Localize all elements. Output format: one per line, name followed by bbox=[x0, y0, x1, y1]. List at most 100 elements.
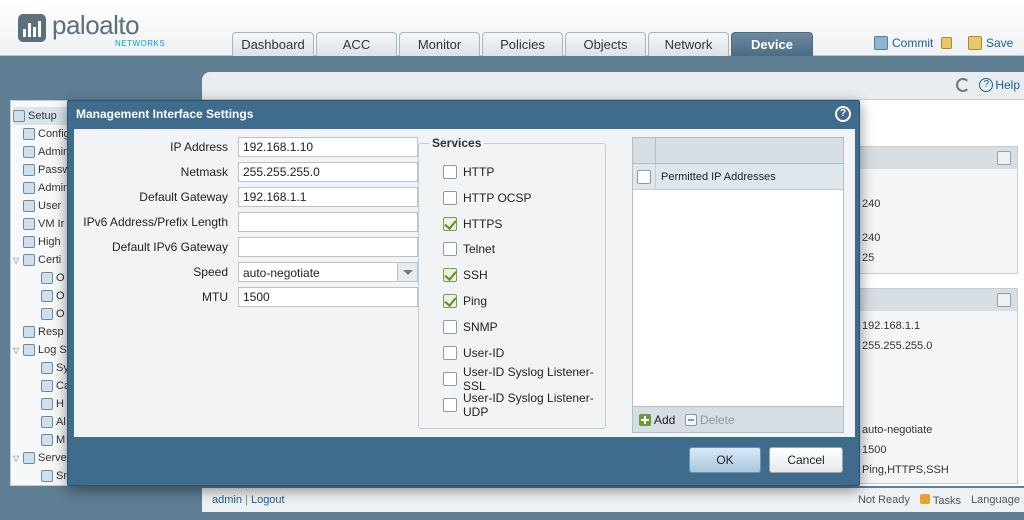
response-pages-icon bbox=[23, 326, 35, 338]
cancel-button[interactable]: Cancel bbox=[769, 447, 843, 473]
http-checkbox[interactable] bbox=[443, 165, 457, 179]
telnet-checkbox[interactable] bbox=[443, 242, 457, 256]
netmask-label: Netmask bbox=[180, 165, 228, 179]
permitted-ip-column-header[interactable]: Permitted IP Addresses bbox=[661, 171, 776, 183]
refresh-icon[interactable] bbox=[956, 78, 970, 92]
sidebar-item-log-sub[interactable]: M bbox=[41, 431, 65, 449]
panel-value: auto-negotiate bbox=[862, 424, 933, 436]
sidebar-item-server-sub[interactable]: Sr bbox=[41, 467, 67, 485]
main-tabs: Dashboard ACC Monitor Policies Objects N… bbox=[232, 32, 815, 56]
dialog-body: IP Address Netmask Default Gateway IPv6 … bbox=[74, 129, 855, 437]
sidebar-item-log-sub[interactable]: H bbox=[41, 395, 64, 413]
lock-icon[interactable] bbox=[941, 37, 953, 49]
log-item-icon bbox=[41, 380, 53, 392]
sidebar-item-log-settings[interactable]: ▽ Log S bbox=[13, 341, 67, 359]
help-icon: ? bbox=[979, 78, 994, 92]
tab-monitor[interactable]: Monitor bbox=[399, 32, 480, 56]
service-snmp[interactable]: SNMP bbox=[443, 319, 498, 335]
logout-link[interactable]: Logout bbox=[251, 494, 285, 506]
service-http-ocsp[interactable]: HTTP OCSP bbox=[443, 190, 531, 206]
tab-network[interactable]: Network bbox=[648, 32, 729, 56]
gear-icon[interactable] bbox=[997, 151, 1011, 165]
https-checkbox[interactable] bbox=[443, 217, 457, 231]
collapse-toggle-icon[interactable]: ▽ bbox=[13, 256, 21, 265]
ipv6-address-label: IPv6 Address/Prefix Length bbox=[83, 215, 228, 229]
panel-header bbox=[859, 289, 1017, 311]
permitted-ip-table: Permitted IP Addresses Add Delete bbox=[632, 137, 844, 433]
help-link[interactable]: ? Help bbox=[979, 78, 1020, 92]
content-toolbar: ? Help bbox=[202, 72, 1024, 100]
language-link[interactable]: Language bbox=[971, 494, 1020, 507]
add-button[interactable]: Add bbox=[639, 413, 675, 427]
service-ssh[interactable]: SSH bbox=[443, 267, 488, 283]
panel-header bbox=[859, 147, 1017, 169]
service-user-id-syslog-udp[interactable]: User-ID Syslog Listener-UDP bbox=[443, 391, 605, 419]
ping-checkbox[interactable] bbox=[443, 294, 457, 308]
chevron-down-icon[interactable] bbox=[397, 263, 417, 281]
log-item-icon bbox=[41, 434, 53, 446]
sidebar-item-log-sub[interactable]: Al bbox=[41, 413, 66, 431]
save-button[interactable]: Save bbox=[968, 36, 1013, 50]
netmask-input[interactable] bbox=[238, 162, 418, 182]
logo-mark-icon bbox=[18, 14, 46, 42]
user-id-checkbox[interactable] bbox=[443, 346, 457, 360]
gear-icon[interactable] bbox=[997, 293, 1011, 307]
save-label: Save bbox=[986, 36, 1014, 50]
sidebar-item-log-sub[interactable]: Sy bbox=[41, 359, 69, 377]
default-ipv6-gateway-label: Default IPv6 Gateway bbox=[111, 240, 228, 254]
user-id-syslog-udp-checkbox[interactable] bbox=[443, 398, 457, 412]
default-gateway-input[interactable] bbox=[238, 187, 418, 207]
dialog-title: Management Interface Settings bbox=[76, 107, 254, 121]
sidebar-item-server-profiles[interactable]: ▽ Serve bbox=[13, 449, 67, 467]
tasks-link[interactable]: Tasks bbox=[919, 494, 961, 507]
service-user-id[interactable]: User-ID bbox=[443, 345, 504, 361]
paloalto-logo: paloalto NETWORKS bbox=[18, 10, 178, 52]
snmp-checkbox[interactable] bbox=[443, 320, 457, 334]
logo-subtitle: NETWORKS bbox=[115, 39, 166, 48]
service-user-id-syslog-ssl[interactable]: User-ID Syslog Listener-SSL bbox=[443, 365, 605, 393]
collapse-toggle-icon[interactable]: ▽ bbox=[13, 454, 21, 463]
default-ipv6-gateway-input[interactable] bbox=[238, 237, 418, 257]
status-text: Not Ready bbox=[857, 494, 910, 506]
tab-dashboard[interactable]: Dashboard bbox=[232, 32, 314, 56]
service-https[interactable]: HTTPS bbox=[443, 216, 502, 232]
sidebar-item-response-pages[interactable]: Resp bbox=[23, 323, 64, 341]
service-ping[interactable]: Ping bbox=[443, 293, 487, 309]
ipv6-address-input[interactable] bbox=[238, 212, 418, 232]
tab-policies[interactable]: Policies bbox=[482, 32, 563, 56]
sidebar-item-log-sub[interactable]: Ca bbox=[41, 377, 70, 395]
help-label: Help bbox=[995, 78, 1020, 92]
ok-button[interactable]: OK bbox=[689, 447, 761, 473]
ssh-checkbox[interactable] bbox=[443, 268, 457, 282]
tab-acc[interactable]: ACC bbox=[316, 32, 397, 56]
default-gateway-label: Default Gateway bbox=[139, 190, 228, 204]
minus-icon bbox=[685, 414, 697, 426]
sidebar-item-cert-sub[interactable]: O bbox=[41, 305, 65, 323]
delete-button[interactable]: Delete bbox=[685, 413, 735, 427]
status-footer: admin | Logout Not Ready Tasks Language bbox=[202, 488, 1024, 512]
server-icon bbox=[23, 452, 35, 464]
panel-value: 240 bbox=[862, 232, 881, 244]
http-ocsp-checkbox[interactable] bbox=[443, 191, 457, 205]
dialog-help-icon[interactable]: ? bbox=[835, 106, 851, 122]
ip-address-input[interactable] bbox=[238, 137, 418, 157]
speed-select[interactable]: auto-negotiate bbox=[238, 262, 418, 282]
table-header bbox=[633, 138, 843, 164]
user-id-syslog-ssl-checkbox[interactable] bbox=[443, 372, 457, 386]
mtu-input[interactable] bbox=[238, 287, 418, 307]
tab-objects[interactable]: Objects bbox=[565, 32, 646, 56]
select-all-checkbox[interactable] bbox=[637, 170, 651, 184]
commit-button[interactable]: Commit bbox=[874, 36, 956, 50]
service-http[interactable]: HTTP bbox=[443, 164, 494, 180]
collapse-toggle-icon[interactable]: ▽ bbox=[13, 346, 21, 355]
service-telnet[interactable]: Telnet bbox=[443, 241, 495, 257]
commit-label: Commit bbox=[892, 36, 934, 50]
panel-value: 1500 bbox=[862, 444, 887, 456]
services-group: Services HTTP HTTP OCSP HTTPS Telnet SSH… bbox=[418, 136, 606, 429]
top-header: paloalto NETWORKS Dashboard ACC Monitor … bbox=[0, 0, 1024, 56]
tab-device[interactable]: Device bbox=[731, 32, 813, 56]
setup-icon bbox=[13, 110, 25, 122]
admin-user-link[interactable]: admin bbox=[212, 494, 242, 506]
tasks-icon bbox=[919, 494, 930, 504]
config-icon bbox=[23, 128, 35, 140]
